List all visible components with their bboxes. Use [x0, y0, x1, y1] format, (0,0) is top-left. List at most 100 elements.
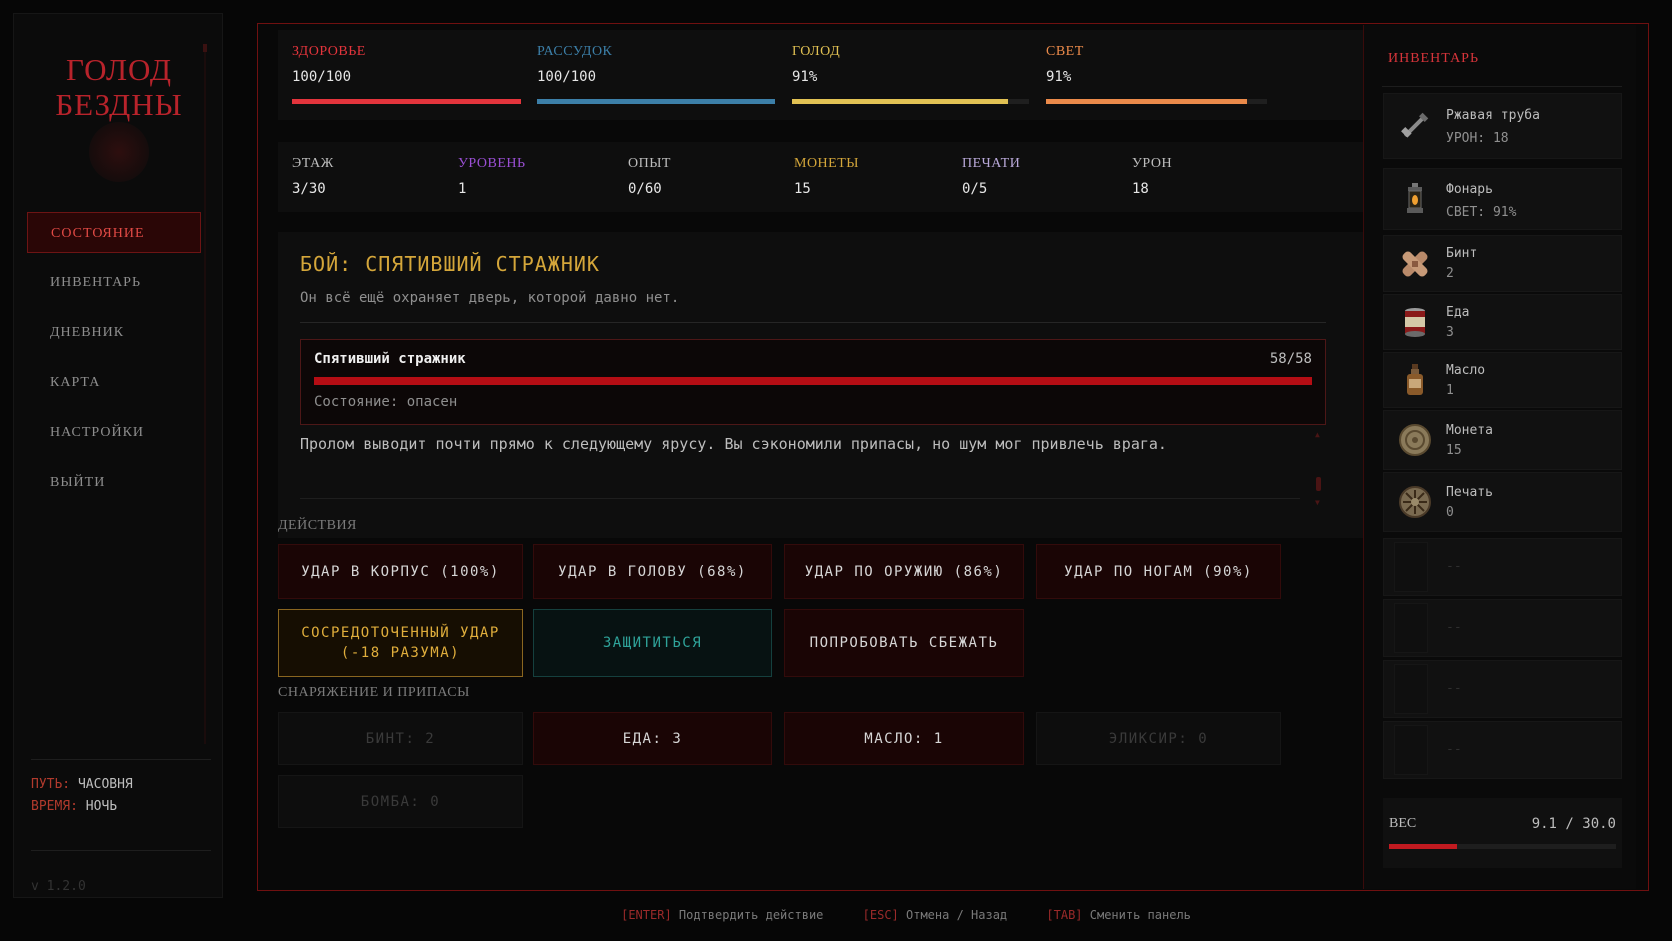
scroll-down-icon[interactable]: ▼ — [1315, 498, 1320, 507]
divider — [31, 850, 211, 851]
empty-slot-icon — [1394, 603, 1428, 653]
stat-value: 91% — [792, 69, 818, 85]
inventory-slot-empty[interactable]: -- — [1383, 538, 1622, 596]
info-label: ЭТАЖ — [292, 156, 334, 171]
menu-item-journal[interactable]: ДНЕВНИК — [27, 312, 201, 353]
strike-body-button[interactable]: УДАР В КОРПУС (100%) — [278, 544, 523, 599]
stat-value: 100/100 — [292, 69, 352, 85]
stat-label: ГОЛОД — [792, 44, 841, 59]
sidebar-scrollbar[interactable] — [203, 44, 207, 744]
menu-item-settings[interactable]: НАСТРОЙКИ — [27, 412, 201, 453]
use-food-button[interactable]: ЕДА: 3 — [533, 712, 772, 765]
hint-key: [ENTER] — [621, 908, 672, 922]
hint-key: [TAB] — [1046, 908, 1083, 922]
use-elixir-button[interactable]: ЭЛИКСИР: 0 — [1036, 712, 1281, 765]
inventory-slot-empty[interactable]: -- — [1383, 599, 1622, 657]
flee-button[interactable]: ПОПРОБОВАТЬ СБЕЖАТЬ — [784, 609, 1024, 677]
strike-legs-button[interactable]: УДАР ПО НОГАМ (90%) — [1036, 544, 1281, 599]
menu-item-inventory[interactable]: ИНВЕНТАРЬ — [27, 262, 201, 303]
divider — [300, 322, 1326, 323]
scroll-up-icon[interactable]: ▲ — [1315, 430, 1320, 439]
inventory-slot[interactable]: Бинт 2 — [1383, 235, 1622, 292]
progress-info: ЭТАЖ 3/30 УРОВЕНЬ 1 ОПЫТ 0/60 МОНЕТЫ 15 … — [278, 142, 1368, 212]
log-scrollbar-thumb[interactable] — [1316, 477, 1321, 491]
pipe-icon — [1398, 109, 1432, 143]
inventory-slot[interactable]: Печать 0 — [1383, 472, 1622, 532]
info-value: 1 — [458, 181, 467, 197]
stat-health: ЗДОРОВЬЕ 100/100 — [292, 44, 366, 85]
info-label: ПЕЧАТИ — [962, 156, 1021, 171]
can-icon — [1398, 305, 1432, 339]
combat-title: БОЙ: СПЯТИВШИЙ СТРАЖНИК — [300, 252, 600, 276]
health-bar — [292, 99, 521, 104]
time-label: ВРЕМЯ: — [31, 799, 78, 814]
weight-meter: ВЕС 9.1 / 30.0 — [1383, 798, 1622, 868]
time-row: ВРЕМЯ: НОЧЬ — [31, 796, 211, 818]
info-seals: ПЕЧАТИ 0/5 — [962, 156, 1020, 197]
enemy-health-bar-fill — [314, 377, 1312, 385]
strike-weapon-button[interactable]: УДАР ПО ОРУЖИЮ (86%) — [784, 544, 1024, 599]
hint-esc: [ESC] Отмена / Назад — [863, 908, 1008, 922]
inventory-slot[interactable]: Еда 3 — [1383, 294, 1622, 350]
divider — [31, 759, 211, 760]
empty-slot-label: -- — [1446, 742, 1462, 757]
focused-strike-label: СОСРЕДОТОЧЕННЫЙ УДАР — [301, 625, 500, 641]
hint-key: [ESC] — [862, 908, 899, 922]
use-bandage-button[interactable]: БИНТ: 2 — [278, 712, 523, 765]
item-detail: 15 — [1446, 443, 1462, 458]
focused-strike-cost: (-18 РАЗУМА) — [340, 645, 461, 661]
sanity-bar-fill — [537, 99, 775, 104]
stat-label: СВЕТ — [1046, 44, 1084, 59]
lantern-icon — [1398, 182, 1432, 216]
menu-item-map[interactable]: КАРТА — [27, 362, 201, 403]
stat-label: РАССУДОК — [537, 44, 613, 59]
menu-item-status[interactable]: СОСТОЯНИЕ — [27, 212, 201, 253]
divider — [300, 498, 1300, 499]
inventory-slot-empty[interactable]: -- — [1383, 721, 1622, 779]
health-bar-fill — [292, 99, 521, 104]
time-value: НОЧЬ — [85, 799, 118, 814]
path-row: ПУТЬ: ЧАСОВНЯ — [31, 774, 211, 796]
hint-enter: [ENTER] Подтвердить действие — [621, 908, 823, 922]
focused-strike-button[interactable]: СОСРЕДОТОЧЕННЫЙ УДАР (-18 РАЗУМА) — [278, 609, 523, 677]
info-label: ОПЫТ — [628, 156, 671, 171]
stat-value: 100/100 — [537, 69, 597, 85]
inventory-slot[interactable]: Масло 1 — [1383, 352, 1622, 408]
info-coins: МОНЕТЫ 15 — [794, 156, 859, 197]
inventory-slot[interactable]: Ржавая труба УРОН: 18 — [1383, 93, 1622, 159]
inventory-slot-empty[interactable]: -- — [1383, 660, 1622, 718]
enemy-name: Спятивший стражник — [314, 351, 466, 367]
enemy-state: Состояние: опасен — [314, 394, 458, 410]
enemy-card: Спятивший стражник 58/58 Состояние: опас… — [300, 339, 1326, 425]
item-name: Фонарь — [1446, 182, 1493, 197]
weight-label: ВЕС — [1389, 816, 1417, 831]
combat-description: Он всё ещё охраняет дверь, которой давно… — [300, 290, 680, 306]
info-floor: ЭТАЖ 3/30 — [292, 156, 334, 197]
weight-bar-fill — [1389, 844, 1458, 849]
bandage-icon — [1398, 247, 1432, 281]
info-damage: УРОН 18 — [1132, 156, 1172, 197]
item-detail: 2 — [1446, 266, 1454, 281]
strike-head-button[interactable]: УДАР В ГОЛОВУ (68%) — [533, 544, 772, 599]
sidebar: ГОЛОД БЕЗДНЫ СОСТОЯНИЕ ИНВЕНТАРЬ ДНЕВНИК… — [13, 13, 223, 898]
info-label: МОНЕТЫ — [794, 156, 859, 171]
defend-button[interactable]: ЗАЩИТИТЬСЯ — [533, 609, 772, 677]
hunger-bar — [792, 99, 1029, 104]
info-experience: ОПЫТ 0/60 — [628, 156, 671, 197]
inventory-slot[interactable]: Монета 15 — [1383, 410, 1622, 470]
combat-panel: БОЙ: СПЯТИВШИЙ СТРАЖНИК Он всё ещё охран… — [278, 232, 1368, 538]
info-label: УРОВЕНЬ — [458, 156, 526, 171]
path-label: ПУТЬ: — [31, 777, 71, 792]
seal-icon — [1398, 485, 1432, 519]
use-bomb-button[interactable]: БОМБА: 0 — [278, 775, 523, 828]
path-value: ЧАСОВНЯ — [77, 777, 133, 792]
main-menu: СОСТОЯНИЕ ИНВЕНТАРЬ ДНЕВНИК КАРТА НАСТРО… — [27, 212, 201, 512]
empty-slot-icon — [1394, 725, 1428, 775]
item-name: Печать — [1446, 485, 1493, 500]
inventory-slot[interactable]: Фонарь СВЕТ: 91% — [1383, 168, 1622, 230]
menu-item-exit[interactable]: ВЫЙТИ — [27, 462, 201, 503]
use-oil-button[interactable]: МАСЛО: 1 — [784, 712, 1024, 765]
enemy-health-bar — [314, 377, 1312, 385]
sanity-bar — [537, 99, 775, 104]
empty-slot-icon — [1394, 542, 1428, 592]
